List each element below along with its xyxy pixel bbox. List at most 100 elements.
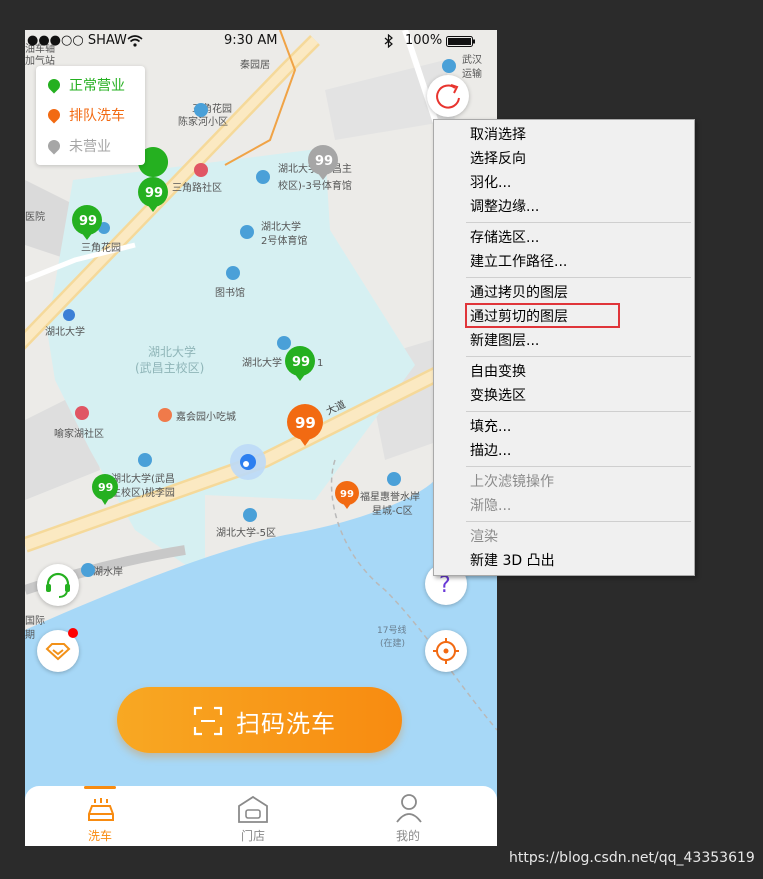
locate-icon: [433, 638, 459, 664]
menu-separator: [466, 411, 691, 412]
map-label: (武昌主校区): [135, 360, 204, 375]
user-icon: [396, 794, 422, 823]
tab-profile[interactable]: 我的: [333, 786, 483, 846]
menu-item-make-work-path[interactable]: 建立工作路径...: [470, 251, 567, 273]
green-pin-icon: [45, 76, 63, 94]
menu-item-feather[interactable]: 羽化...: [470, 172, 511, 194]
menu-item-new-3d-extrusion[interactable]: 新建 3D 凸出: [470, 550, 555, 572]
tab-label: 我的: [395, 829, 420, 843]
map-label: 陈家河小区: [178, 115, 228, 128]
svg-text:99: 99: [145, 186, 163, 201]
legend-item-closed[interactable]: 未营业: [45, 137, 111, 157]
store-status-legend: 正常营业 排队洗车 未营业: [36, 66, 145, 165]
car-wash-icon: [88, 798, 114, 821]
menu-item-new-layer[interactable]: 新建图层...: [470, 330, 539, 352]
menu-separator: [466, 466, 691, 467]
map-label: 湖北大学: [45, 325, 85, 338]
map-label: 嘉会园小吃城: [176, 410, 236, 423]
menu-item-fill[interactable]: 填充...: [470, 416, 511, 438]
menu-item-stroke[interactable]: 描边...: [470, 440, 511, 462]
map-label: 三角花园: [81, 241, 121, 254]
tab-store[interactable]: 门店: [178, 786, 328, 846]
map-label: 图书馆: [215, 286, 245, 299]
context-menu: 取消选择 选择反向 羽化... 调整边缘... 存储选区... 建立工作路径..…: [433, 119, 695, 576]
scan-icon: [193, 706, 223, 736]
menu-separator: [466, 277, 691, 278]
locate-button[interactable]: [425, 630, 467, 672]
menu-item-inverse[interactable]: 选择反向: [470, 148, 526, 170]
legend-label: 排队洗车: [69, 108, 125, 124]
map-label: 湖北大学: [148, 344, 196, 359]
battery-icon: [446, 36, 475, 47]
map-label: 1: [317, 358, 323, 369]
svg-text:99: 99: [315, 154, 333, 169]
notification-dot: [68, 628, 78, 638]
menu-item-refine-edge[interactable]: 调整边缘...: [470, 196, 539, 218]
active-tab-indicator: [84, 786, 116, 789]
map-label: 秦园居: [240, 58, 270, 71]
vip-button[interactable]: [37, 628, 79, 672]
svg-text:99: 99: [292, 355, 310, 370]
tab-label: 门店: [240, 829, 265, 843]
map-label: 三角路社区: [172, 181, 222, 194]
tab-car-wash[interactable]: 洗车: [25, 786, 175, 846]
bluetooth-icon: [384, 34, 393, 48]
map-label: 喻家湖社区: [54, 427, 104, 440]
svg-text:99: 99: [295, 414, 316, 432]
map-label: 校区)-3号体育馆: [278, 179, 352, 192]
headset-icon: [46, 572, 70, 598]
tab-label: 洗车: [87, 829, 112, 843]
watermark: https://blog.csdn.net/qq_43353619: [509, 850, 755, 866]
map-label: 17号线: [377, 624, 406, 636]
legend-item-open[interactable]: 正常营业: [45, 76, 125, 96]
customer-service-button[interactable]: [37, 564, 79, 606]
map-label: 医院: [25, 210, 45, 223]
gray-pin-icon: [45, 137, 63, 155]
map-label: 湖北大学: [261, 220, 301, 233]
map-label: 2号体育馆: [261, 234, 307, 247]
legend-label: 正常营业: [69, 78, 125, 94]
scan-button-label: 扫码洗车: [236, 710, 336, 738]
refresh-button[interactable]: [427, 75, 469, 117]
menu-item-deselect[interactable]: 取消选择: [470, 124, 526, 146]
map-label: 星城-C区: [372, 505, 413, 517]
legend-item-queue[interactable]: 排队洗车: [45, 106, 125, 126]
menu-item-free-transform[interactable]: 自由变换: [470, 361, 526, 383]
bottom-tab-bar: 洗车 门店 我的: [25, 786, 497, 846]
svg-text:99: 99: [79, 214, 97, 229]
store-icon: [238, 795, 268, 823]
map-label: 福星惠誉水岸: [360, 490, 420, 503]
map-label: 湖北大学(武昌: [111, 472, 175, 485]
legend-label: 未营业: [69, 139, 111, 155]
menu-item-render: 渲染: [470, 529, 498, 545]
status-bar: ●●●○○ SHAW 9:30 AM 100%: [25, 30, 497, 52]
svg-text:?: ?: [439, 573, 451, 598]
current-location-marker: [230, 444, 266, 480]
map-label: 期: [25, 629, 35, 641]
menu-separator: [466, 521, 691, 522]
map-label: 武汉: [462, 53, 482, 66]
highlight-annotation-box: [465, 303, 620, 328]
menu-separator: [466, 222, 691, 223]
svg-text:99: 99: [340, 489, 354, 500]
map-label: 国际: [25, 615, 45, 627]
refresh-icon: [436, 84, 460, 109]
menu-item-last-filter: 上次滤镜操作: [470, 474, 554, 490]
phone-screen: 油车轴 加气站 秦园居 武汉 运输 三角花园 陈家河小区 三角路社区 湖北大学(…: [25, 30, 497, 846]
map-label: (在建): [380, 637, 405, 649]
map-label: 湖北大学: [242, 356, 282, 369]
orange-pin-icon: [45, 106, 63, 124]
menu-item-layer-via-copy[interactable]: 通过拷贝的图层: [470, 282, 568, 304]
menu-separator: [466, 356, 691, 357]
wifi-icon: [127, 35, 143, 47]
svg-text:99: 99: [98, 481, 113, 494]
battery-percent: 100%: [405, 33, 443, 48]
status-time: 9:30 AM: [224, 33, 278, 48]
menu-item-fade: 渐隐...: [470, 498, 512, 514]
menu-item-transform-selection[interactable]: 变换选区: [470, 385, 526, 407]
carrier-label: ●●●○○ SHAW: [27, 33, 127, 48]
map-label: 湖北大学-5区: [216, 526, 276, 539]
menu-item-save-selection[interactable]: 存储选区...: [470, 227, 539, 249]
scan-to-wash-button[interactable]: 扫码洗车: [117, 687, 402, 753]
map-label: 主校区)桃李园: [111, 486, 175, 499]
